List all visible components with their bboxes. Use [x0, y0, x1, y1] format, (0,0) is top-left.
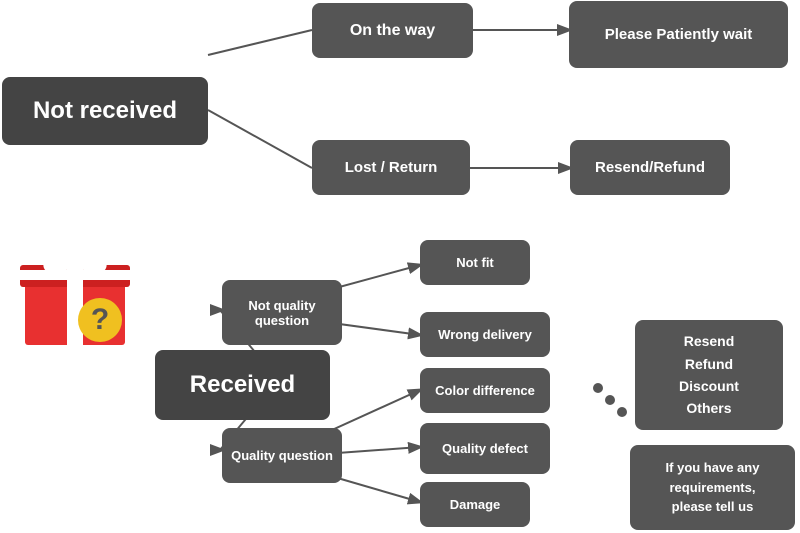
lost-return-node: Lost / Return	[312, 140, 470, 195]
resend-refund-top-node: Resend/Refund	[570, 140, 730, 195]
svg-text:?: ?	[91, 303, 109, 336]
color-difference-node: Color difference	[420, 368, 550, 413]
quality-defect-node: Quality defect	[420, 423, 550, 474]
on-the-way-node: On the way	[312, 3, 473, 58]
quality-question-node: Quality question	[222, 428, 342, 483]
not-fit-node: Not fit	[420, 240, 530, 285]
damage-node: Damage	[420, 482, 530, 527]
resend-refund-options-node: Resend Refund Discount Others	[635, 320, 783, 430]
if-requirements-node: If you have any requirements, please tel…	[630, 445, 795, 530]
gift-box-icon: ?	[15, 230, 135, 350]
please-wait-node: Please Patiently wait	[569, 1, 788, 68]
not-received-node: Not received	[2, 77, 208, 145]
not-quality-question-node: Not quality question	[222, 280, 342, 345]
received-node: Received	[155, 350, 330, 420]
wrong-delivery-node: Wrong delivery	[420, 312, 550, 357]
